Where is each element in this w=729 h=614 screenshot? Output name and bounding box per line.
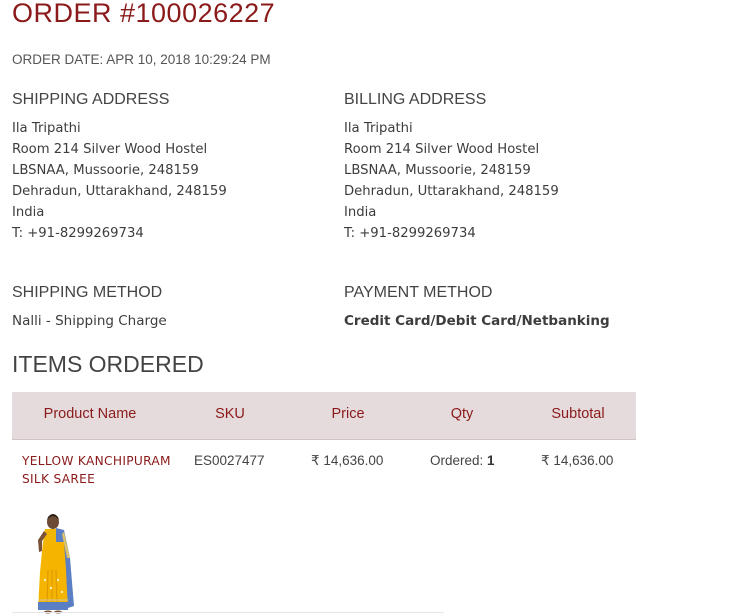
address-line: LBSNAA, Mussoorie, 248159 — [344, 163, 531, 178]
shipping-method-heading: SHIPPING METHOD — [12, 284, 163, 301]
address-line: Room 214 Silver Wood Hostel — [344, 142, 540, 157]
divider — [12, 612, 444, 613]
address-line: Ila Tripathi — [344, 121, 413, 136]
address-line: Dehradun, Uttarakhand, 248159 — [12, 184, 227, 199]
product-qty: Ordered: 1 — [430, 453, 495, 468]
column-header-price: Price — [331, 406, 365, 422]
shipping-method-value: Nalli - Shipping Charge — [12, 313, 167, 329]
product-subtotal: ₹ 14,636.00 — [541, 453, 614, 468]
billing-address: Ila Tripathi Room 214 Silver Wood Hostel… — [344, 118, 559, 244]
items-ordered-heading: ITEMS ORDERED — [12, 351, 204, 377]
product-name-link[interactable]: Yellow Kanchipuram Silk Saree — [22, 452, 172, 488]
address-line: Ila Tripathi — [12, 121, 81, 136]
order-date: ORDER DATE: APR 10, 2018 10:29:24 PM — [12, 52, 271, 67]
address-phone: T: +91-8299269734 — [12, 226, 144, 241]
address-phone: T: +91-8299269734 — [344, 226, 476, 241]
items-table-header: Product Name SKU Price Qty Subtotal — [12, 392, 636, 440]
address-line: India — [12, 205, 45, 220]
saree-product-image[interactable] — [18, 510, 98, 614]
address-line: Dehradun, Uttarakhand, 248159 — [344, 184, 559, 199]
order-title: ORDER #100026227 — [12, 0, 276, 28]
qty-label: Ordered: — [430, 453, 484, 468]
product-price: ₹ 14,636.00 — [311, 453, 384, 468]
shipping-address-heading: SHIPPING ADDRESS — [12, 91, 170, 108]
payment-method-value: Credit Card/Debit Card/Netbanking — [344, 313, 610, 329]
shipping-address: Ila Tripathi Room 214 Silver Wood Hostel… — [12, 118, 227, 244]
billing-address-heading: BILLING ADDRESS — [344, 91, 487, 108]
payment-method-heading: PAYMENT METHOD — [344, 284, 493, 301]
column-header-qty: Qty — [450, 406, 474, 422]
qty-value: 1 — [487, 453, 495, 468]
column-header-product-name: Product Name — [43, 406, 137, 422]
column-header-subtotal: Subtotal — [551, 406, 605, 422]
column-header-sku: SKU — [215, 406, 245, 422]
address-line: India — [344, 205, 377, 220]
address-line: LBSNAA, Mussoorie, 248159 — [12, 163, 199, 178]
address-line: Room 214 Silver Wood Hostel — [12, 142, 208, 157]
product-sku: ES0027477 — [194, 453, 265, 468]
